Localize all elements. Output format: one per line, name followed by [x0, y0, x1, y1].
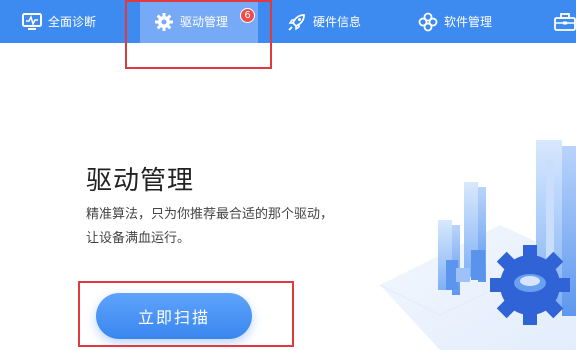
tab-label: 软件管理	[444, 15, 493, 29]
tab-label: 硬件信息	[313, 15, 362, 29]
notification-badge: 6	[240, 8, 255, 23]
tab-driver-management[interactable]: 驱动管理 6	[140, 0, 258, 43]
top-nav-bar: 全面诊断 驱动管理 6 硬件信息 软件管理	[0, 0, 576, 43]
monitor-icon	[22, 12, 42, 31]
tab-label: 驱动管理	[180, 15, 229, 29]
tab-software-management[interactable]: 软件管理	[418, 0, 492, 43]
tab-toolbox[interactable]	[554, 0, 576, 43]
description-line-2: 让设备满血运行。	[86, 231, 191, 246]
flower-icon	[418, 12, 438, 32]
rocket-icon	[287, 12, 307, 32]
page-title: 驱动管理	[86, 166, 195, 196]
tab-hardware-info[interactable]: 硬件信息	[287, 0, 361, 43]
decorative-illustration	[360, 110, 576, 350]
scan-now-button[interactable]: 立即扫描	[96, 293, 252, 339]
tab-label: 全面诊断	[48, 15, 97, 29]
gear-icon	[154, 12, 174, 32]
tab-full-diagnosis[interactable]: 全面诊断	[22, 0, 96, 43]
description-line-1: 精准算法，只为你推荐最合适的那个驱动，	[86, 207, 334, 222]
toolbox-icon	[554, 12, 576, 32]
